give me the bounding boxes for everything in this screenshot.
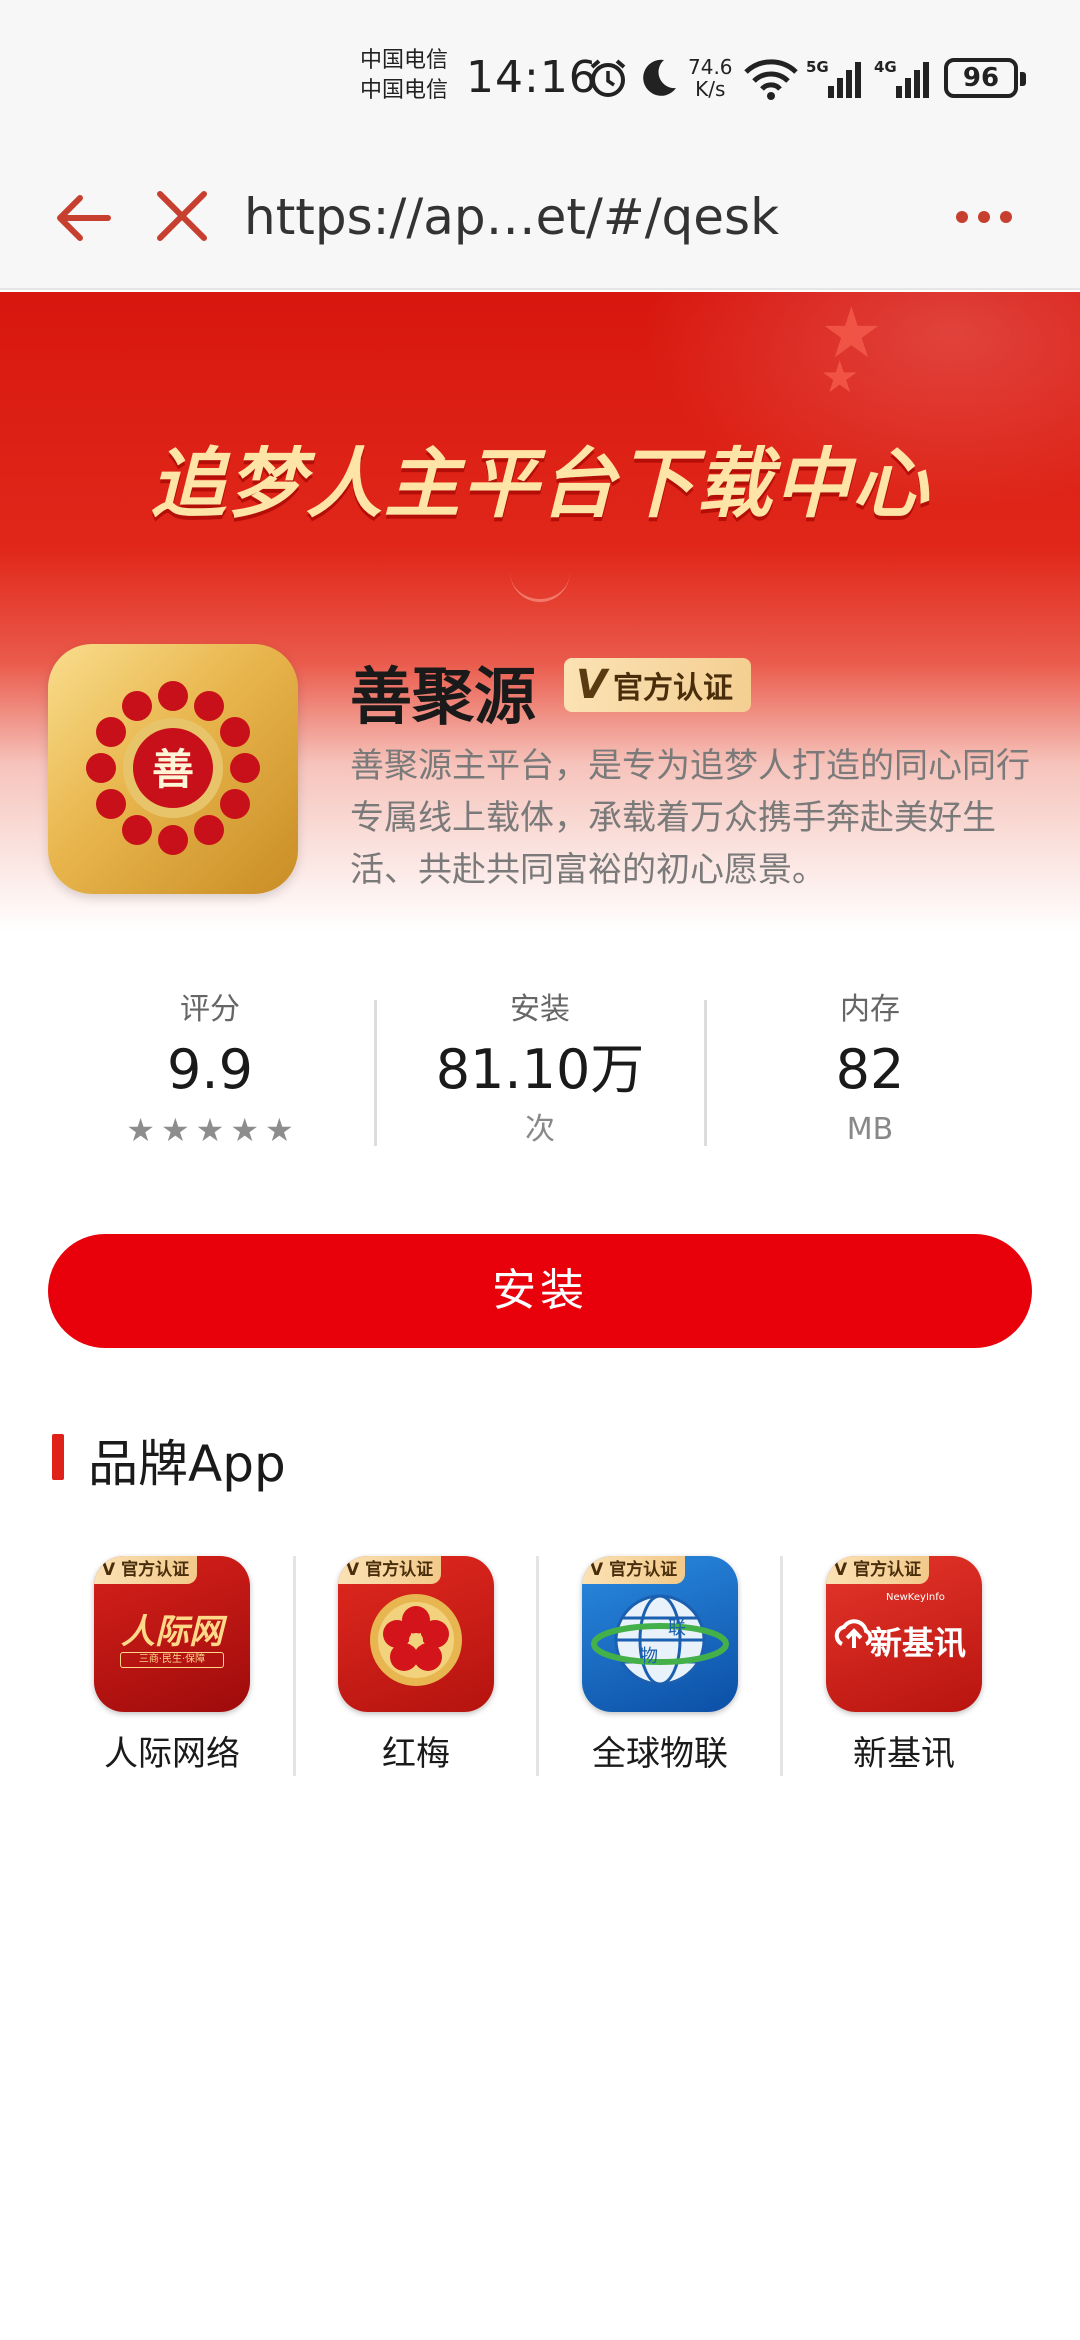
stat-size-label: 内存: [840, 992, 900, 1027]
signal-4g-icon: 4G: [874, 58, 929, 98]
banner-divider: [510, 572, 570, 602]
renji-logo-subtitle: 三商·民生·保障: [120, 1652, 224, 1668]
brand-divider: [293, 1556, 296, 1776]
brand-apps-title: 品牌App: [88, 1435, 286, 1493]
wulian-char-1: 物: [640, 1646, 658, 1667]
xinjixun-logo-text: 新基讯: [870, 1624, 967, 1662]
wulian-char-2: 联: [668, 1618, 686, 1639]
renji-app-icon: V 官方认证 人际网 三商·民生·保障: [94, 1556, 250, 1712]
app-icon: 善: [48, 644, 298, 894]
verified-v-icon: V: [576, 662, 607, 708]
brand-divider: [536, 1556, 539, 1776]
stat-installs-unit: 次: [525, 1112, 555, 1147]
star-icon: ★: [126, 1111, 155, 1149]
app-description: 善聚源主平台，是专为追梦人打造的同心同行专属线上载体，承载着万众携手奔赴美好生活…: [350, 746, 1030, 890]
star-icon: ★: [265, 1111, 294, 1149]
stat-size: 内存 82 MB: [705, 990, 1035, 1150]
install-button[interactable]: 安装: [48, 1234, 1032, 1348]
banner-title: 追梦人主平台下载中心: [150, 439, 930, 528]
star-icon: ★: [195, 1111, 225, 1149]
stat-installs: 安装 81.10万 次: [375, 990, 705, 1150]
official-badge-label: 官方认证: [612, 671, 733, 706]
star-icon: ★: [230, 1111, 260, 1149]
battery-indicator: 96: [944, 58, 1026, 98]
carrier-labels: 中国电信 中国电信: [360, 46, 448, 106]
stat-rating-value: 9.9: [167, 1038, 253, 1101]
official-badge-small: V 官方认证: [826, 1556, 930, 1584]
stat-installs-value: 81.10万: [435, 1038, 645, 1101]
brand-app-renji[interactable]: V 官方认证 人际网 三商·民生·保障 人际网络: [72, 1556, 272, 1775]
browser-toolbar: https://ap…et/#/qesk: [0, 150, 1080, 290]
signal-4g-label: 4G: [874, 58, 897, 76]
xinjixun-app-icon: V 官方认证 NewKeyInfo 新基讯: [826, 1556, 982, 1712]
stat-rating: 评分 9.9 ★ ★ ★ ★ ★: [45, 990, 375, 1146]
more-dot-icon: [1000, 211, 1012, 223]
carrier-2: 中国电信: [360, 78, 449, 103]
more-options-button[interactable]: [956, 202, 1020, 232]
wifi-icon: [744, 59, 798, 100]
section-accent-bar: [52, 1434, 64, 1480]
wulian-app-icon: V 官方认证 物 联: [582, 1556, 738, 1712]
signal-5g-label: 5G: [806, 58, 829, 76]
alarm-icon: [590, 59, 626, 97]
official-badge-small: V 官方认证: [94, 1556, 198, 1584]
official-verified-badge: V 官方认证: [564, 658, 751, 712]
carrier-1: 中国电信: [360, 48, 449, 73]
network-speed-unit: K/s: [695, 77, 726, 101]
brand-divider: [780, 1556, 783, 1776]
status-bar: 中国电信 中国电信 14:16 74.6 K/s 5G 4G 96: [0, 0, 1080, 150]
xinjixun-logo-subtitle: NewKeyInfo: [886, 1592, 945, 1603]
brand-app-name: 新基讯: [853, 1734, 955, 1774]
brand-app-xinjixun[interactable]: V 官方认证 NewKeyInfo 新基讯 新基讯: [804, 1556, 1004, 1775]
close-icon[interactable]: [150, 184, 214, 248]
stat-size-value: 82: [835, 1038, 905, 1101]
official-badge-small: V 官方认证: [338, 1556, 442, 1584]
hongmei-app-icon: V 官方认证: [338, 1556, 494, 1712]
rating-stars: ★ ★ ★ ★ ★: [45, 1114, 375, 1146]
cloud-upload-icon: [834, 1619, 873, 1648]
network-speed: 74.6 K/s: [688, 56, 733, 100]
stat-rating-label: 评分: [180, 992, 240, 1027]
brand-app-name: 全球物联: [592, 1734, 728, 1774]
status-time: 14:16: [466, 52, 598, 103]
star-decoration-icon: ★: [820, 352, 860, 403]
signal-5g-icon: 5G: [806, 58, 861, 98]
url-bar[interactable]: https://ap…et/#/qesk: [244, 188, 779, 246]
more-dot-icon: [956, 211, 968, 223]
official-badge-small: V 官方认证: [582, 1556, 686, 1584]
chrysanthemum-logo-icon: 善: [86, 681, 260, 855]
network-speed-value: 74.6: [688, 55, 733, 79]
svg-text:善: 善: [152, 745, 194, 794]
do-not-disturb-moon-icon: [643, 59, 676, 96]
brand-app-hongmei[interactable]: V 官方认证 红梅: [316, 1556, 516, 1775]
brand-app-name: 红梅: [382, 1734, 450, 1774]
app-name: 善聚源: [350, 660, 537, 733]
stat-installs-label: 安装: [510, 992, 570, 1027]
brand-app-name: 人际网络: [104, 1734, 240, 1774]
app-stats: 评分 9.9 ★ ★ ★ ★ ★ 安装 81.10万 次 内存 82 MB: [0, 990, 1080, 1170]
brand-app-quanqiu-wulian[interactable]: V 官方认证 物 联 全球物联: [560, 1556, 760, 1775]
more-dot-icon: [978, 211, 990, 223]
star-icon: ★: [160, 1111, 190, 1149]
renji-logo-text: 人际网: [121, 1612, 223, 1652]
stat-size-unit: MB: [846, 1112, 894, 1147]
back-arrow-icon[interactable]: [52, 186, 116, 250]
